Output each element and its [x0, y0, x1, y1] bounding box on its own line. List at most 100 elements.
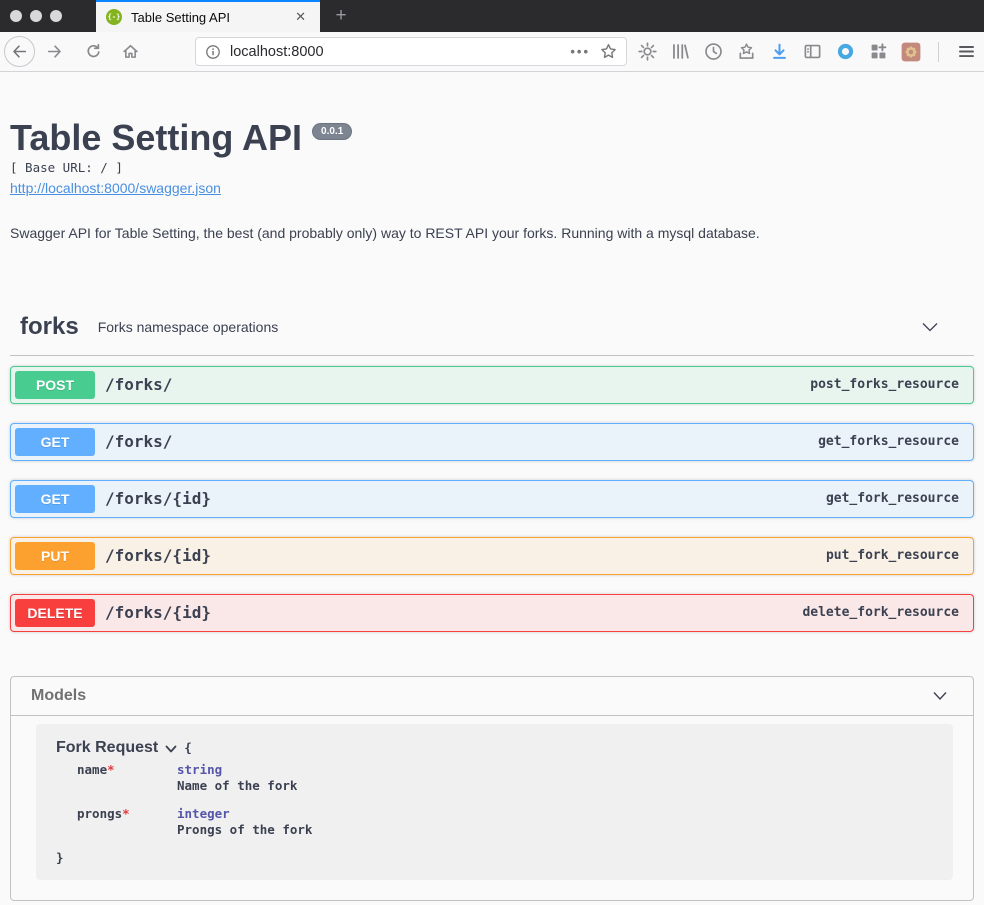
- operation-id: delete_fork_resource: [802, 605, 959, 620]
- page-actions-icon[interactable]: •••: [570, 44, 590, 59]
- toolbar-divider: [938, 42, 939, 62]
- gear-sun-icon: [638, 42, 657, 61]
- model-toggle-chevron-icon[interactable]: [165, 744, 177, 754]
- bookmarks-menu-button[interactable]: [736, 42, 756, 62]
- required-star: *: [107, 762, 115, 777]
- operation-path: /forks/{id}: [105, 546, 211, 565]
- model-properties: name* string Name of the fork prongs* in…: [77, 762, 933, 837]
- tab-close-icon[interactable]: ✕: [291, 7, 310, 27]
- extensions-grid-button[interactable]: [868, 42, 888, 62]
- operation-id: get_forks_resource: [818, 434, 959, 449]
- operation-path: /forks/: [105, 375, 172, 394]
- home-button[interactable]: [116, 38, 144, 66]
- tag-description: Forks namespace operations: [98, 319, 279, 335]
- operation-path: /forks/{id}: [105, 603, 211, 622]
- property-type: string: [177, 762, 297, 777]
- sidebar-icon: [803, 42, 822, 61]
- chevron-down-icon[interactable]: [920, 318, 940, 336]
- opblock-put-fork[interactable]: PUT /forks/{id} put_fork_resource: [10, 537, 974, 575]
- property-type: integer: [177, 806, 312, 821]
- page-title: Table Setting API: [10, 118, 302, 158]
- opblock-get-fork-by-id[interactable]: GET /forks/{id} get_fork_resource: [10, 480, 974, 518]
- library-button[interactable]: [670, 42, 690, 62]
- orange-gear-extension-icon: [901, 42, 921, 62]
- swagger-favicon-icon: {-}: [106, 9, 122, 25]
- opblock-delete-fork[interactable]: DELETE /forks/{id} delete_fork_resource: [10, 594, 974, 632]
- forward-arrow-icon: [46, 43, 63, 60]
- bookmark-star-icon[interactable]: [600, 43, 617, 60]
- page-info-icon[interactable]: [205, 44, 221, 60]
- swagger-page: Table Setting API 0.0.1 [ Base URL: / ] …: [0, 72, 984, 901]
- operation-path: /forks/: [105, 432, 172, 451]
- hamburger-menu-icon: [957, 42, 976, 61]
- property-row-name: name* string Name of the fork: [77, 762, 933, 793]
- window-titlebar: {-} Table Setting API ✕ +: [0, 0, 984, 32]
- back-button[interactable]: [4, 36, 35, 67]
- browser-tab[interactable]: {-} Table Setting API ✕: [96, 0, 320, 32]
- library-icon: [671, 42, 690, 61]
- tab-title: Table Setting API: [131, 10, 291, 25]
- property-name: prongs*: [77, 806, 177, 837]
- tag-section-header[interactable]: forks Forks namespace operations: [10, 305, 974, 356]
- property-description: Prongs of the fork: [177, 822, 312, 837]
- navigation-toolbar: localhost:8000 •••: [0, 32, 984, 72]
- model-title: Fork Request: [56, 739, 158, 757]
- required-star: *: [122, 806, 130, 821]
- blue-ring-icon: [836, 42, 855, 61]
- operation-path: /forks/{id}: [105, 489, 211, 508]
- method-badge: GET: [15, 485, 95, 513]
- sidebar-toggle-button[interactable]: [802, 42, 822, 62]
- base-url-label: [ Base URL: / ]: [10, 160, 974, 175]
- property-value: string Name of the fork: [177, 762, 297, 793]
- operations-list: POST /forks/ post_forks_resource GET /fo…: [10, 366, 974, 632]
- models-section: Models Fork Request { name*: [10, 676, 974, 901]
- operation-id: get_fork_resource: [826, 491, 959, 506]
- models-title: Models: [31, 687, 86, 705]
- download-arrow-icon: [770, 42, 789, 61]
- spec-json-link[interactable]: http://localhost:8000/swagger.json: [10, 180, 221, 196]
- back-arrow-icon: [11, 43, 28, 60]
- zoom-window-button[interactable]: [50, 10, 62, 22]
- star-tray-icon: [737, 42, 756, 61]
- forward-button[interactable]: [40, 38, 68, 66]
- property-value: integer Prongs of the fork: [177, 806, 312, 837]
- close-brace: }: [56, 850, 933, 865]
- new-tab-button[interactable]: +: [322, 0, 360, 32]
- api-description: Swagger API for Table Setting, the best …: [10, 225, 974, 241]
- reload-button[interactable]: [79, 38, 107, 66]
- method-badge: GET: [15, 428, 95, 456]
- history-button[interactable]: [703, 42, 723, 62]
- gear-extension-button[interactable]: [901, 42, 921, 62]
- chevron-down-icon[interactable]: [931, 688, 949, 704]
- operation-id: put_fork_resource: [826, 548, 959, 563]
- method-badge: DELETE: [15, 599, 95, 627]
- opblock-post-forks[interactable]: POST /forks/ post_forks_resource: [10, 366, 974, 404]
- property-description: Name of the fork: [177, 778, 297, 793]
- downloads-button[interactable]: [769, 42, 789, 62]
- address-bar[interactable]: localhost:8000 •••: [195, 37, 627, 66]
- version-badge: 0.0.1: [312, 123, 352, 140]
- grid-plus-icon: [869, 42, 888, 61]
- operation-id: post_forks_resource: [810, 377, 959, 392]
- open-brace: {: [184, 740, 192, 755]
- toolbar-icon-strip: [637, 42, 976, 62]
- model-fork-request: Fork Request { name* string Name of the …: [36, 724, 953, 880]
- property-name: name*: [77, 762, 177, 793]
- minimize-window-button[interactable]: [30, 10, 42, 22]
- method-badge: PUT: [15, 542, 95, 570]
- url-text[interactable]: localhost:8000: [230, 44, 570, 60]
- tag-name: forks: [20, 313, 79, 341]
- menu-button[interactable]: [956, 42, 976, 62]
- reload-icon: [85, 43, 102, 60]
- models-header[interactable]: Models: [11, 677, 973, 716]
- close-window-button[interactable]: [10, 10, 22, 22]
- window-controls: [10, 10, 62, 22]
- models-body: Fork Request { name* string Name of the …: [11, 716, 973, 900]
- clock-icon: [704, 42, 723, 61]
- home-icon: [122, 43, 139, 60]
- opblock-get-forks[interactable]: GET /forks/ get_forks_resource: [10, 423, 974, 461]
- method-badge: POST: [15, 371, 95, 399]
- sync-gear-button[interactable]: [637, 42, 657, 62]
- account-ring-extension-button[interactable]: [835, 42, 855, 62]
- api-info-section: Table Setting API 0.0.1 [ Base URL: / ] …: [10, 72, 974, 241]
